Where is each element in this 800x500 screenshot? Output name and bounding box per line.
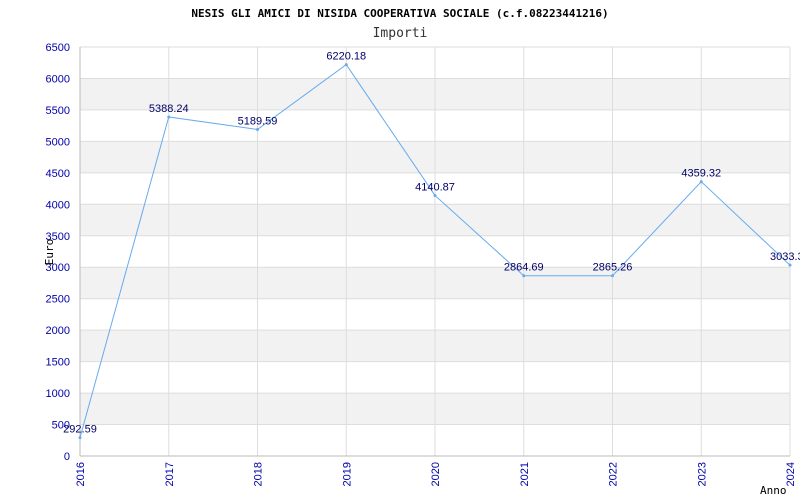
x-tick-label: 2022 [608,462,620,486]
chart-subtitle: Importi [373,26,428,41]
data-label: 6220.18 [326,51,366,63]
y-tick-label: 4500 [46,168,70,180]
y-tick-label: 1000 [46,388,70,400]
y-tick-label: 5500 [46,105,70,117]
x-tick-label: 2024 [785,462,797,486]
x-tick-label: 2018 [253,462,265,486]
x-axis-title: Anno [760,484,787,497]
data-label: 5189.59 [238,115,278,127]
data-point [167,115,171,119]
y-tick-label: 2000 [46,325,70,337]
x-tick-label: 2016 [75,462,87,486]
x-tick-label: 2019 [341,462,353,486]
y-tick-label: 5000 [46,136,70,148]
data-point [522,274,526,278]
x-tick-label: 2020 [430,462,442,486]
y-tick-label: 0 [64,451,70,463]
y-tick-label: 2500 [46,294,70,306]
y-axis-title: Euro [43,239,56,266]
y-tick-label: 1500 [46,357,70,369]
y-tick-label: 6500 [46,42,70,54]
data-point [611,274,614,278]
data-point [344,63,348,67]
x-tick-label: 2023 [696,462,708,486]
data-point [78,436,82,440]
data-label: 292.59 [63,424,97,436]
chart: NESIS GLI AMICI DI NISIDA COOPERATIVA SO… [43,7,800,497]
data-point [433,193,437,197]
data-label: 3033.3 [770,251,800,263]
data-point [256,127,259,131]
data-label: 4140.87 [415,181,455,193]
data-point [788,263,792,267]
data-label: 4359.32 [681,168,721,180]
data-label: 5388.24 [149,103,189,115]
y-tick-label: 6000 [46,73,70,85]
x-tick-label: 2021 [519,462,531,486]
chart-title: NESIS GLI AMICI DI NISIDA COOPERATIVA SO… [191,7,608,20]
data-label: 2864.69 [504,262,544,274]
data-label: 2865.26 [593,262,633,274]
x-tick-label: 2017 [164,462,176,486]
data-point [699,180,703,184]
x-tick-labels: 2016 2017 2018 2019 2020 2021 2022 2023 2024 [75,462,797,486]
y-tick-label: 4000 [46,199,70,211]
